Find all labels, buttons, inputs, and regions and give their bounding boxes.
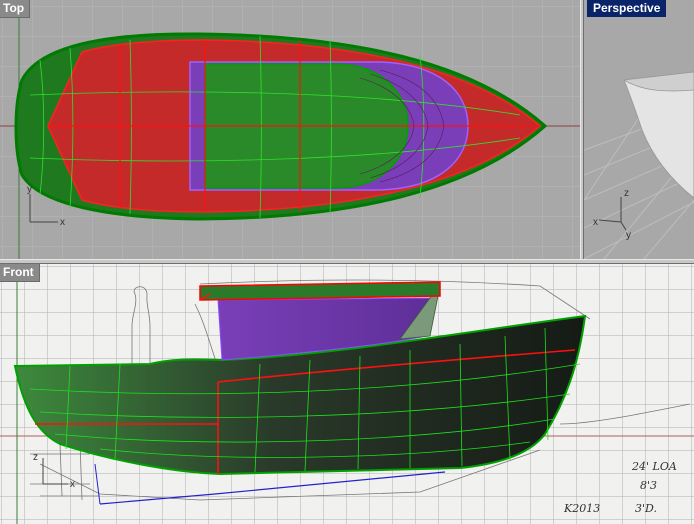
note-signature: K2013 bbox=[563, 502, 600, 515]
front-axis-x-label: x bbox=[70, 479, 75, 490]
front-axis-z-label: z bbox=[33, 452, 38, 463]
viewport-top[interactable]: Top x y bbox=[0, 0, 580, 259]
persp-axis-x-label: x bbox=[593, 217, 598, 228]
front-view-canvas[interactable]: x z 24' LOA 8'3 3'D. K2013 bbox=[0, 264, 694, 524]
top-axis-x-label: x bbox=[60, 217, 65, 228]
top-axis-y-label: y bbox=[27, 184, 32, 195]
viewport-title-top[interactable]: Top bbox=[0, 0, 31, 18]
cabin-roof[interactable] bbox=[199, 281, 441, 301]
persp-axis-y-label: y bbox=[626, 230, 631, 241]
note-beam: 8'3 bbox=[640, 479, 657, 492]
viewport-title-front[interactable]: Front bbox=[0, 264, 40, 282]
persp-axis-z-label: z bbox=[624, 188, 629, 199]
viewport-title-perspective[interactable]: Perspective bbox=[587, 0, 667, 17]
note-draft: 3'D. bbox=[635, 502, 657, 515]
viewport-front[interactable]: Front x z 24' LOA 8'3 3'D. K2013 bbox=[0, 264, 694, 524]
top-view-canvas[interactable]: x y bbox=[0, 0, 580, 259]
note-loa: 24' LOA bbox=[631, 460, 677, 473]
perspective-view-canvas[interactable]: z x y bbox=[584, 0, 694, 259]
viewport-perspective[interactable]: Perspective z x y bbox=[584, 0, 694, 259]
